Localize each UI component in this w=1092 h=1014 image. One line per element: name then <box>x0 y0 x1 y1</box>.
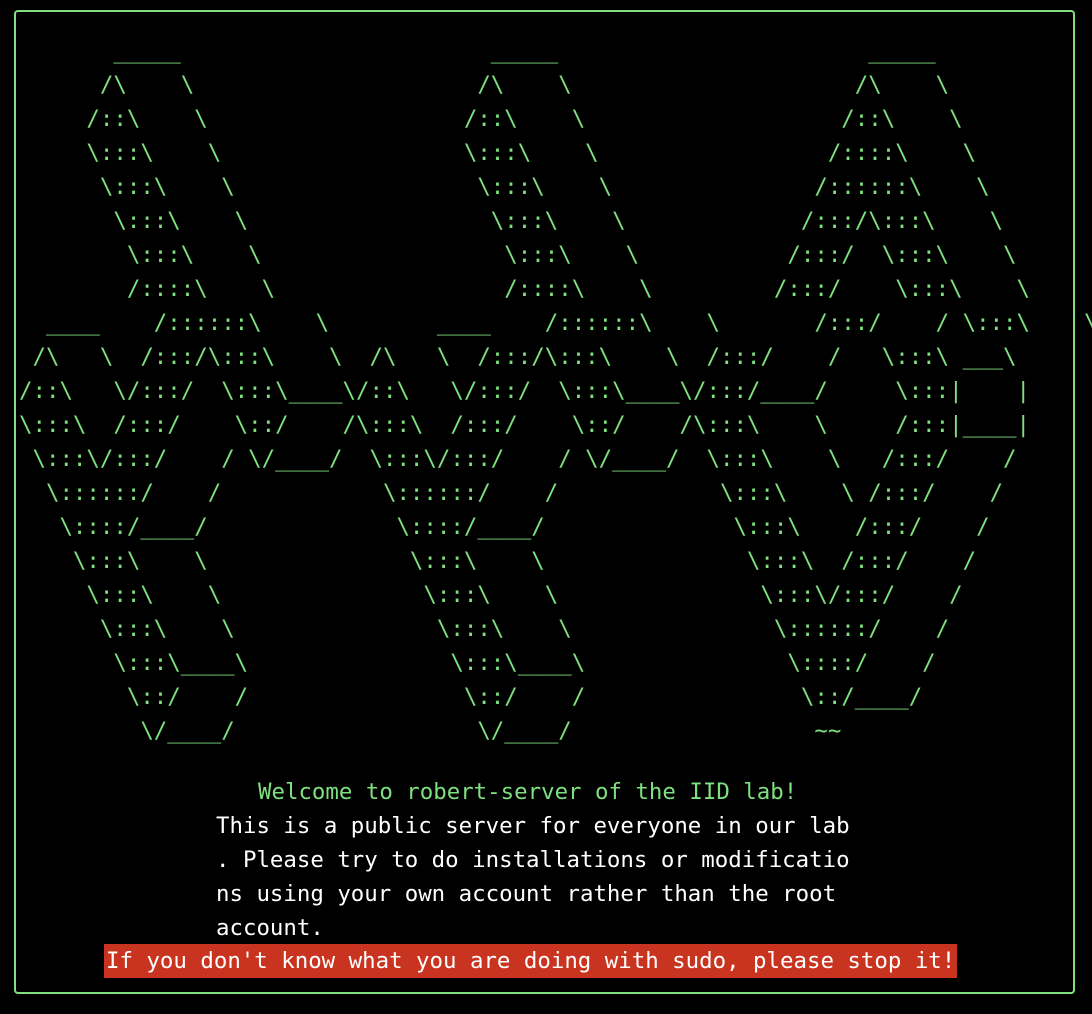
ascii-art-logo: _____ _____ _____ /\ \ /\ \ /\ \ /::\ \ … <box>19 38 1092 744</box>
terminal-window: _____ _____ _____ /\ \ /\ \ /\ \ /::\ \ … <box>0 0 1092 1014</box>
welcome-message: Welcome to robert-server of the IID lab! <box>258 779 798 805</box>
notice-line-3: ns using your own account rather than th… <box>216 881 837 907</box>
notice-line-4: account. <box>216 915 324 941</box>
notice-line-2: . Please try to do installations or modi… <box>216 847 850 873</box>
sudo-warning: If you don't know what you are doing wit… <box>104 944 958 978</box>
notice-line-1: This is a public server for everyone in … <box>216 813 850 839</box>
